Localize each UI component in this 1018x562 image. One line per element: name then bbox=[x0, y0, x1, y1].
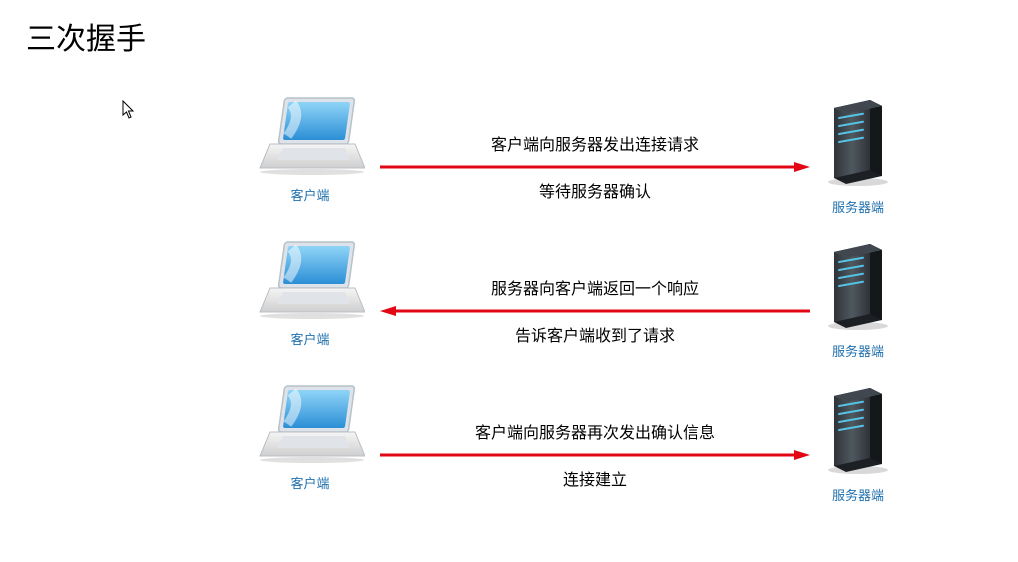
step-text-top: 客户端向服务器再次发出确认信息 bbox=[380, 422, 810, 446]
server-icon bbox=[822, 384, 894, 476]
arrow-right-icon bbox=[380, 161, 810, 173]
laptop-icon bbox=[255, 96, 365, 176]
laptop-icon bbox=[255, 240, 365, 320]
server-node: 服务器端 bbox=[822, 240, 894, 360]
server-label: 服务器端 bbox=[822, 197, 894, 216]
server-node: 服务器端 bbox=[822, 96, 894, 216]
arrow-left-icon bbox=[380, 305, 810, 317]
client-node: 客户端 bbox=[255, 96, 365, 204]
step-text-bottom: 等待服务器确认 bbox=[380, 181, 810, 205]
step-text-top: 服务器向客户端返回一个响应 bbox=[380, 278, 810, 302]
client-node: 客户端 bbox=[255, 384, 365, 492]
server-node: 服务器端 bbox=[822, 384, 894, 504]
server-label: 服务器端 bbox=[822, 485, 894, 504]
step-text-top: 客户端向服务器发出连接请求 bbox=[380, 134, 810, 158]
step-content: 服务器向客户端返回一个响应 告诉客户端收到了请求 bbox=[380, 278, 810, 349]
client-label: 客户端 bbox=[255, 329, 365, 348]
handshake-step-2: 客户端 服务器向客户端返回一个响应 告诉客户端收到了请求 服务器端 bbox=[0, 240, 1018, 380]
client-label: 客户端 bbox=[255, 473, 365, 492]
client-label: 客户端 bbox=[255, 185, 365, 204]
client-node: 客户端 bbox=[255, 240, 365, 348]
laptop-icon bbox=[255, 384, 365, 464]
step-content: 客户端向服务器发出连接请求 等待服务器确认 bbox=[380, 134, 810, 205]
arrow-right-icon bbox=[380, 449, 810, 461]
handshake-step-3: 客户端 客户端向服务器再次发出确认信息 连接建立 服务器端 bbox=[0, 384, 1018, 524]
step-text-bottom: 告诉客户端收到了请求 bbox=[380, 325, 810, 349]
server-label: 服务器端 bbox=[822, 341, 894, 360]
step-text-bottom: 连接建立 bbox=[380, 469, 810, 493]
diagram-title: 三次握手 bbox=[26, 14, 146, 58]
step-content: 客户端向服务器再次发出确认信息 连接建立 bbox=[380, 422, 810, 493]
server-icon bbox=[822, 96, 894, 188]
server-icon bbox=[822, 240, 894, 332]
handshake-step-1: 客户端 客户端向服务器发出连接请求 等待服务器确认 服务器端 bbox=[0, 96, 1018, 236]
